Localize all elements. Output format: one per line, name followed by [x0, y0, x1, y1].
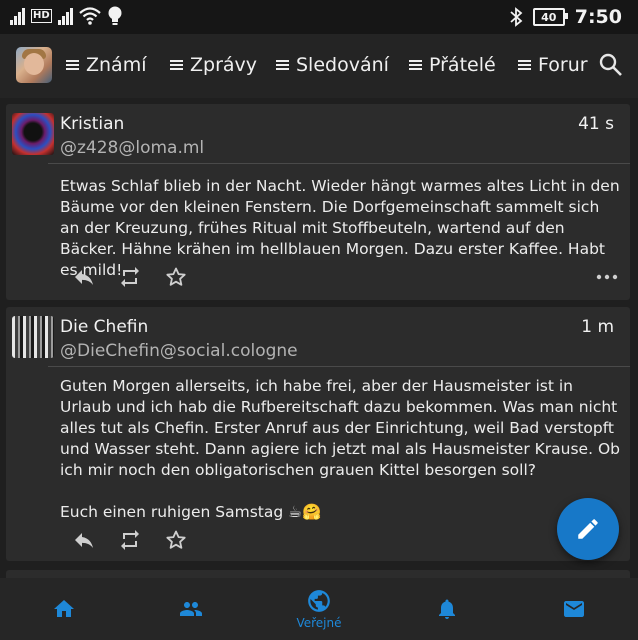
- tab-pratele[interactable]: Přátelé: [409, 54, 496, 76]
- tab-sledovani[interactable]: Sledování: [276, 54, 389, 76]
- post-time: 41 s: [578, 114, 614, 134]
- more-icon[interactable]: [596, 273, 618, 281]
- timeline-tab-bar: Známí Zprávy Sledování Přátelé Forur: [0, 34, 638, 98]
- tab-forur[interactable]: Forur: [518, 54, 588, 76]
- boost-icon[interactable]: [118, 265, 142, 289]
- status-bar: HD 40 7:50: [0, 0, 638, 34]
- home-icon: [54, 600, 74, 617]
- favourite-icon[interactable]: [164, 265, 188, 289]
- status-card[interactable]: Kristian @z428@loma.ml 41 s Etwas Schlaf…: [6, 104, 630, 300]
- search-icon[interactable]: [598, 52, 624, 78]
- tab-label: Zprávy: [190, 54, 258, 76]
- reply-icon[interactable]: [72, 265, 96, 289]
- signal-icon: [57, 7, 73, 25]
- signal-icon: [10, 7, 25, 25]
- post-actions: [72, 528, 188, 552]
- bluetooth-icon: [510, 7, 523, 27]
- tab-label: Forur: [538, 54, 588, 76]
- battery-icon: 40: [532, 8, 568, 26]
- compose-button[interactable]: [557, 498, 619, 560]
- clock: 7:50: [574, 6, 622, 28]
- tab-label: Sledování: [296, 54, 389, 76]
- list-icon: [518, 58, 531, 72]
- author-avatar[interactable]: [12, 316, 54, 358]
- list-icon: [409, 58, 422, 72]
- nav-messages[interactable]: [524, 578, 624, 640]
- hd-icon: HD: [31, 9, 52, 23]
- divider: [48, 366, 630, 367]
- bottom-navigation: Veřejné: [0, 578, 638, 640]
- boost-icon[interactable]: [118, 528, 142, 552]
- tab-label: Známí: [86, 54, 147, 76]
- list-icon: [170, 58, 183, 72]
- nav-notifications[interactable]: [397, 578, 497, 640]
- divider: [48, 163, 630, 164]
- author-name[interactable]: Die Chefin: [60, 317, 148, 337]
- nav-public-label: Veřejné: [296, 616, 342, 630]
- edit-icon: [578, 519, 598, 539]
- tab-label: Přátelé: [429, 54, 496, 76]
- favourite-icon[interactable]: [164, 528, 188, 552]
- list-icon: [276, 58, 289, 72]
- post-actions: [72, 265, 188, 289]
- globe-icon: [308, 590, 330, 612]
- people-icon: [180, 602, 202, 616]
- post-paragraph: Euch einen ruhigen Samstag ☕🤗: [60, 503, 322, 521]
- bell-icon: [439, 599, 455, 619]
- nav-home[interactable]: [14, 578, 114, 640]
- post-time: 1 m: [581, 317, 614, 337]
- author-handle: @DieChefin@social.cologne: [60, 341, 298, 361]
- author-avatar[interactable]: [12, 113, 54, 155]
- tab-znami[interactable]: Známí: [66, 54, 147, 76]
- wifi-icon: [78, 7, 101, 25]
- mail-icon: [564, 601, 584, 617]
- account-avatar[interactable]: [16, 47, 52, 83]
- tab-zpravy[interactable]: Zprávy: [170, 54, 257, 76]
- post-paragraph: Guten Morgen allerseits, ich habe frei, …: [60, 377, 620, 479]
- reply-icon[interactable]: [72, 528, 96, 552]
- post-content: Guten Morgen allerseits, ich habe frei, …: [60, 376, 620, 523]
- nav-notifications-people[interactable]: [141, 578, 241, 640]
- author-name[interactable]: Kristian: [60, 114, 124, 134]
- bulb-icon: [108, 6, 122, 25]
- author-handle: @z428@loma.ml: [60, 138, 205, 158]
- status-card[interactable]: Die Chefin @DieChefin@social.cologne 1 m…: [6, 307, 630, 561]
- list-icon: [66, 58, 79, 72]
- nav-public[interactable]: Veřejné: [269, 578, 369, 640]
